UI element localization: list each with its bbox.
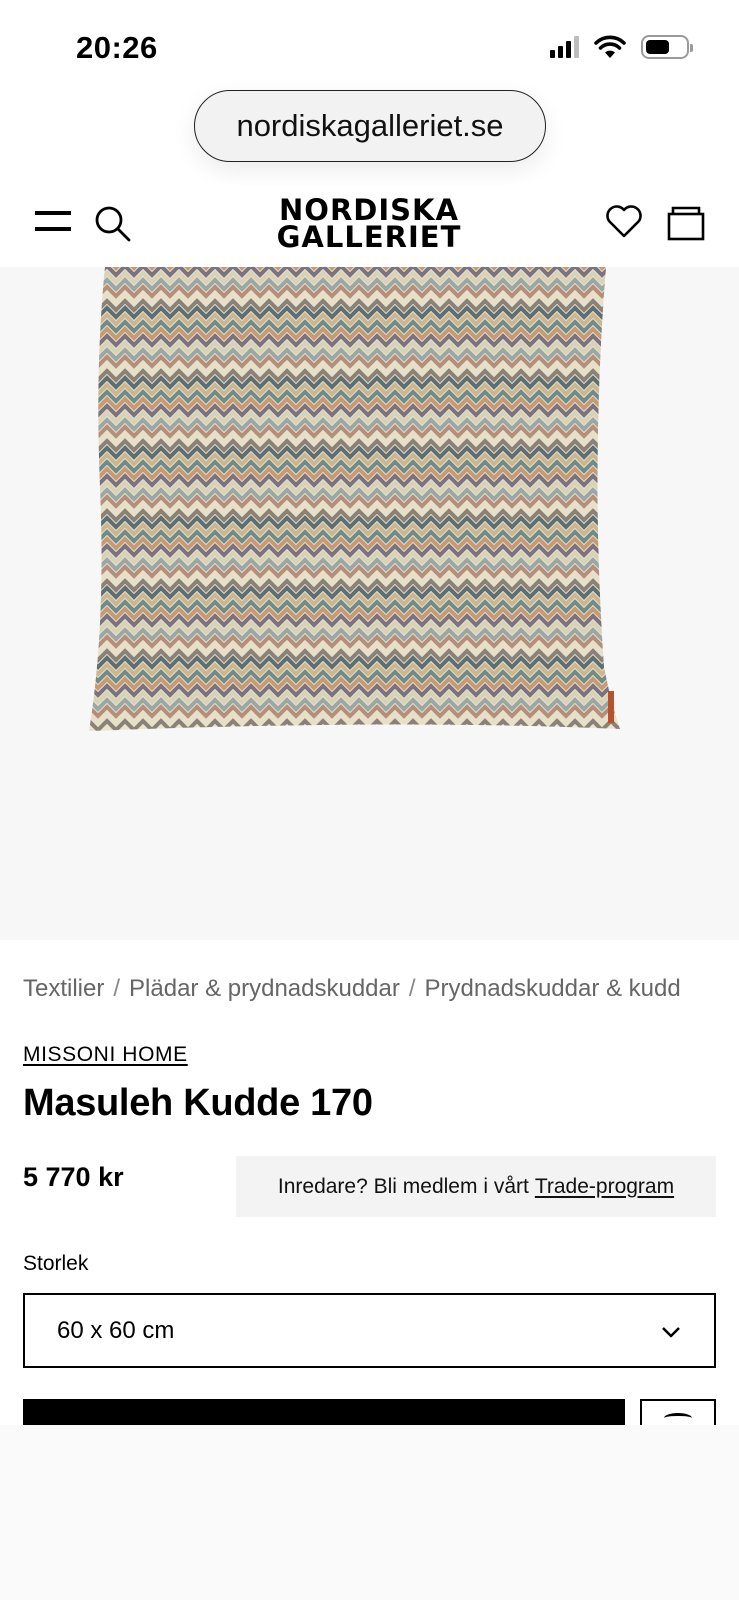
status-icons [550,34,693,60]
cellular-signal-icon [550,36,579,58]
heart-icon [664,1413,692,1423]
breadcrumb-item-pladar[interactable]: Plädar & prydnadskuddar [129,975,400,1002]
product-title: Masuleh Kudde 170 [23,1082,373,1124]
pillow-image [89,267,620,731]
brand-link[interactable]: MISSONI HOME [23,1043,188,1067]
browser-url-area: nordiskagalleriet.se [0,90,739,185]
url-text: nordiskagalleriet.se [236,108,504,143]
battery-icon [641,35,693,59]
hamburger-menu-icon[interactable] [35,211,71,233]
breadcrumb-item-textilier[interactable]: Textilier [23,975,104,1002]
wishlist-heart-icon[interactable] [605,203,643,239]
logo-line-2: GALLERIET [276,220,462,254]
breadcrumb: Textilier / Plädar & prydnadskuddar / Prydna… [23,975,681,1003]
missoni-tag [608,691,614,723]
search-icon[interactable] [94,205,132,243]
shopping-bag-icon[interactable] [667,205,705,241]
breadcrumb-separator: / [113,975,121,1002]
breadcrumb-item-prydnadskuddar[interactable]: Prydnadskuddar & kudd [425,975,681,1002]
site-header: NORDISKA GALLERIET [0,185,739,267]
size-dropdown[interactable]: 60 x 60 cm [23,1293,716,1368]
add-to-cart-button[interactable] [23,1399,625,1425]
trade-program-banner: Inredare? Bli medlem i vårt Trade-progra… [236,1156,716,1217]
size-label: Storlek [23,1252,89,1275]
browser-bottom-area [0,1425,739,1600]
status-time: 20:26 [76,30,158,65]
breadcrumb-separator: / [408,975,416,1002]
trade-program-link[interactable]: Trade-program [535,1175,674,1199]
product-image[interactable] [0,267,739,940]
wifi-icon [594,35,626,58]
status-bar: 20:26 [0,0,739,90]
site-logo[interactable]: NORDISKA GALLERIET [256,196,482,254]
product-price: 5 770 kr [23,1162,124,1192]
chevron-down-icon [662,1327,680,1338]
product-details: Textilier / Plädar & prydnadskuddar / Prydna… [0,940,739,1425]
trade-text: Inredare? Bli medlem i vårt [277,1174,529,1198]
size-selected-value: 60 x 60 cm [57,1316,175,1344]
wishlist-button[interactable] [640,1399,716,1425]
url-bar[interactable]: nordiskagalleriet.se [194,90,546,162]
